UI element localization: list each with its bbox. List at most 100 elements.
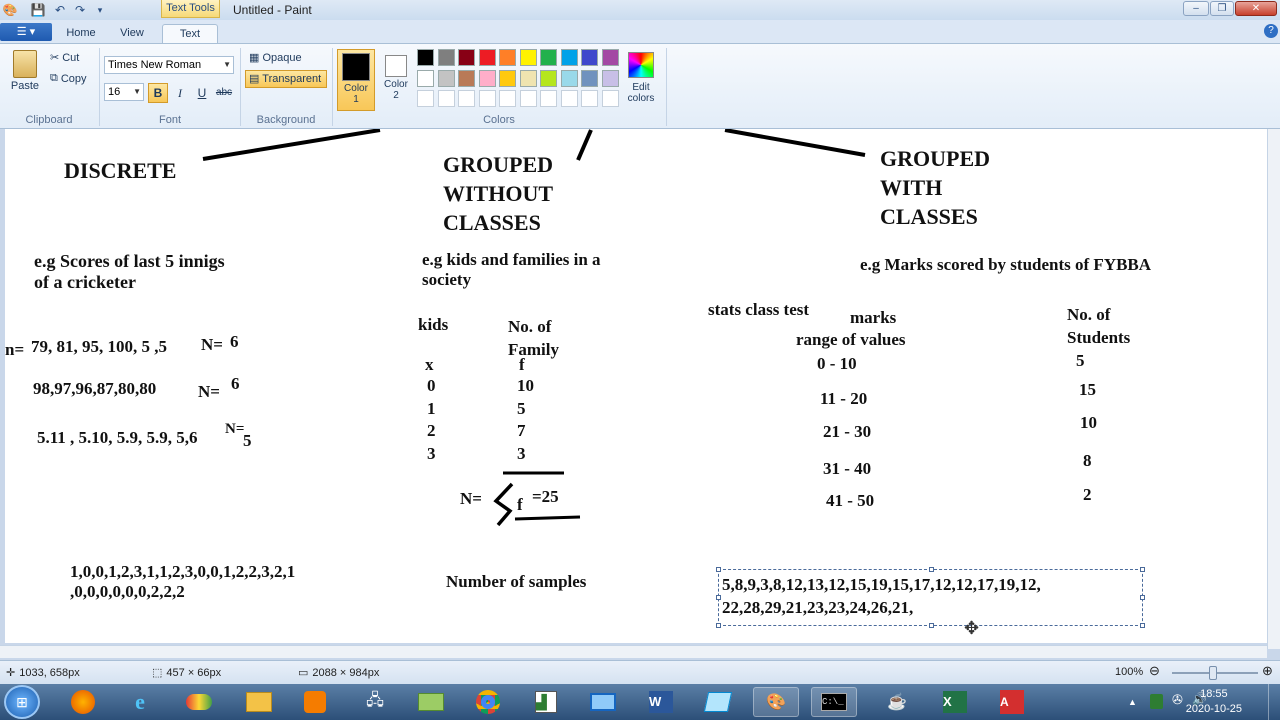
palette-swatch[interactable] xyxy=(540,69,557,87)
palette-custom-slot[interactable] xyxy=(581,90,598,107)
palette-custom-slot[interactable] xyxy=(478,90,496,107)
pdf-reader-icon[interactable]: A xyxy=(989,687,1035,717)
text-box[interactable]: 5,8,9,3,8,12,13,12,15,19,15,17,12,12,17,… xyxy=(716,567,1145,628)
tab-home[interactable]: Home xyxy=(60,24,102,44)
undo-icon[interactable]: ↶ xyxy=(52,2,68,18)
file-explorer-icon[interactable] xyxy=(236,687,282,717)
resize-handle[interactable] xyxy=(929,623,934,628)
vertical-scrollbar[interactable] xyxy=(1267,129,1280,649)
zoom-slider-thumb[interactable] xyxy=(1209,666,1217,680)
paste-button[interactable]: Paste xyxy=(6,48,44,104)
help-icon[interactable]: ? xyxy=(1264,24,1278,38)
chrome-icon[interactable] xyxy=(465,687,511,717)
palette-swatch[interactable] xyxy=(581,49,598,66)
system-clock[interactable]: 18:55 2020-10-25 xyxy=(1186,687,1242,717)
tray-network-icon[interactable]: ✇ xyxy=(1172,692,1183,708)
font-size-select[interactable]: 16 ▼ xyxy=(104,83,144,101)
font-family-select[interactable]: Times New Roman ▼ xyxy=(104,56,234,74)
app-icon[interactable] xyxy=(176,687,222,717)
quick-access-dropdown-icon[interactable]: ▾ xyxy=(92,2,108,18)
resize-handle[interactable] xyxy=(1140,567,1145,572)
screen-app-icon[interactable] xyxy=(580,687,626,717)
palette-swatch[interactable] xyxy=(417,49,434,66)
resize-handle[interactable] xyxy=(716,623,721,628)
palette-custom-slot[interactable] xyxy=(458,90,475,107)
color2-button[interactable]: Color 2 xyxy=(377,49,415,111)
palette-custom-slot[interactable] xyxy=(417,90,434,107)
minimize-button[interactable]: – xyxy=(1183,1,1209,16)
copy-button[interactable]: ⧉ Copy xyxy=(50,72,87,85)
palette-swatch[interactable] xyxy=(560,69,578,87)
palette-swatch[interactable] xyxy=(540,49,557,66)
resize-handle[interactable] xyxy=(716,595,721,600)
opaque-option[interactable]: ▦ Opaque xyxy=(245,49,327,67)
network-app-icon[interactable]: 🖧 xyxy=(352,687,398,717)
drawing-canvas[interactable]: DISCRETE e.g Scores of last 5 innigs of … xyxy=(5,129,1267,643)
horizontal-scrollbar[interactable] xyxy=(0,645,1267,658)
palette-swatch[interactable] xyxy=(458,69,475,87)
resize-handle[interactable] xyxy=(1140,623,1145,628)
excel-icon[interactable]: X xyxy=(932,687,978,717)
paint-app-icon[interactable]: 🎨 xyxy=(2,2,18,18)
clipboard-icon xyxy=(13,50,37,78)
palette-swatch[interactable] xyxy=(499,49,516,66)
strikethrough-button[interactable]: abc xyxy=(214,83,234,103)
palette-swatch[interactable] xyxy=(499,69,516,87)
paint-menu-button[interactable]: ☰ ▾ xyxy=(0,23,52,41)
zoom-in-button[interactable]: ⊕ xyxy=(1262,663,1273,679)
palette-swatch[interactable] xyxy=(560,49,578,66)
palette-swatch[interactable] xyxy=(478,69,496,87)
palette-swatch[interactable] xyxy=(519,49,537,66)
palette-custom-slot[interactable] xyxy=(540,90,557,107)
tray-app-icon[interactable] xyxy=(1150,694,1163,709)
zoom-out-button[interactable]: ⊖ xyxy=(1149,663,1160,679)
stationery-icon[interactable] xyxy=(695,687,741,717)
internet-explorer-icon[interactable]: e xyxy=(117,687,163,717)
palette-swatch[interactable] xyxy=(601,49,619,66)
palette-swatch[interactable] xyxy=(478,49,496,66)
palette-swatch[interactable] xyxy=(601,69,619,87)
text-box-content[interactable]: 5,8,9,3,8,12,13,12,15,19,15,17,12,12,17,… xyxy=(722,573,1041,619)
redo-icon[interactable]: ↷ xyxy=(72,2,88,18)
close-button[interactable]: ✕ xyxy=(1235,1,1277,16)
palette-custom-slot[interactable] xyxy=(499,90,516,107)
palette-swatch[interactable] xyxy=(417,69,434,87)
tab-view[interactable]: View xyxy=(110,24,154,44)
palette-swatch[interactable] xyxy=(437,49,455,66)
zoom-slider[interactable] xyxy=(1172,666,1258,680)
cut-button[interactable]: ✂ Cut xyxy=(50,51,79,65)
start-button[interactable]: ⊞ xyxy=(4,685,40,719)
firefox-icon[interactable] xyxy=(60,687,106,717)
spreadsheet-chart-icon[interactable]: ▟ xyxy=(523,687,569,717)
palette-custom-slot[interactable] xyxy=(437,90,455,107)
paint-taskbar-icon[interactable]: 🎨 xyxy=(753,687,799,717)
discrete-row2: 98,97,96,87,80,80 xyxy=(33,379,157,398)
palette-swatch[interactable] xyxy=(458,49,475,66)
notes-app-icon[interactable] xyxy=(408,687,454,717)
show-desktop-button[interactable] xyxy=(1268,684,1280,720)
save-icon[interactable]: 💾 xyxy=(30,2,46,18)
command-prompt-icon[interactable]: C:\_ xyxy=(811,687,857,717)
palette-swatch[interactable] xyxy=(581,69,598,87)
resize-handle[interactable] xyxy=(1140,595,1145,600)
word-icon[interactable]: W xyxy=(638,687,684,717)
palette-custom-slot[interactable] xyxy=(519,90,537,107)
tab-text[interactable]: Text xyxy=(162,24,218,44)
n-label: n= xyxy=(5,340,25,359)
palette-custom-slot[interactable] xyxy=(560,90,578,107)
edit-colors-button[interactable]: Edit colors xyxy=(622,49,660,111)
media-player-icon[interactable] xyxy=(292,687,338,717)
resize-handle[interactable] xyxy=(716,567,721,572)
bold-button[interactable]: B xyxy=(148,83,168,103)
palette-custom-slot[interactable] xyxy=(601,90,619,107)
tray-expand-icon[interactable]: ▲ xyxy=(1128,697,1137,707)
italic-button[interactable]: I xyxy=(170,83,190,103)
java-icon[interactable]: ☕ xyxy=(874,687,920,717)
color1-button[interactable]: Color 1 xyxy=(337,49,375,111)
maximize-button[interactable]: ❐ xyxy=(1210,1,1234,16)
palette-swatch[interactable] xyxy=(437,69,455,87)
palette-swatch[interactable] xyxy=(519,69,537,87)
resize-handle[interactable] xyxy=(929,567,934,572)
transparent-option[interactable]: ▤ Transparent xyxy=(245,70,327,88)
underline-button[interactable]: U xyxy=(192,83,212,103)
